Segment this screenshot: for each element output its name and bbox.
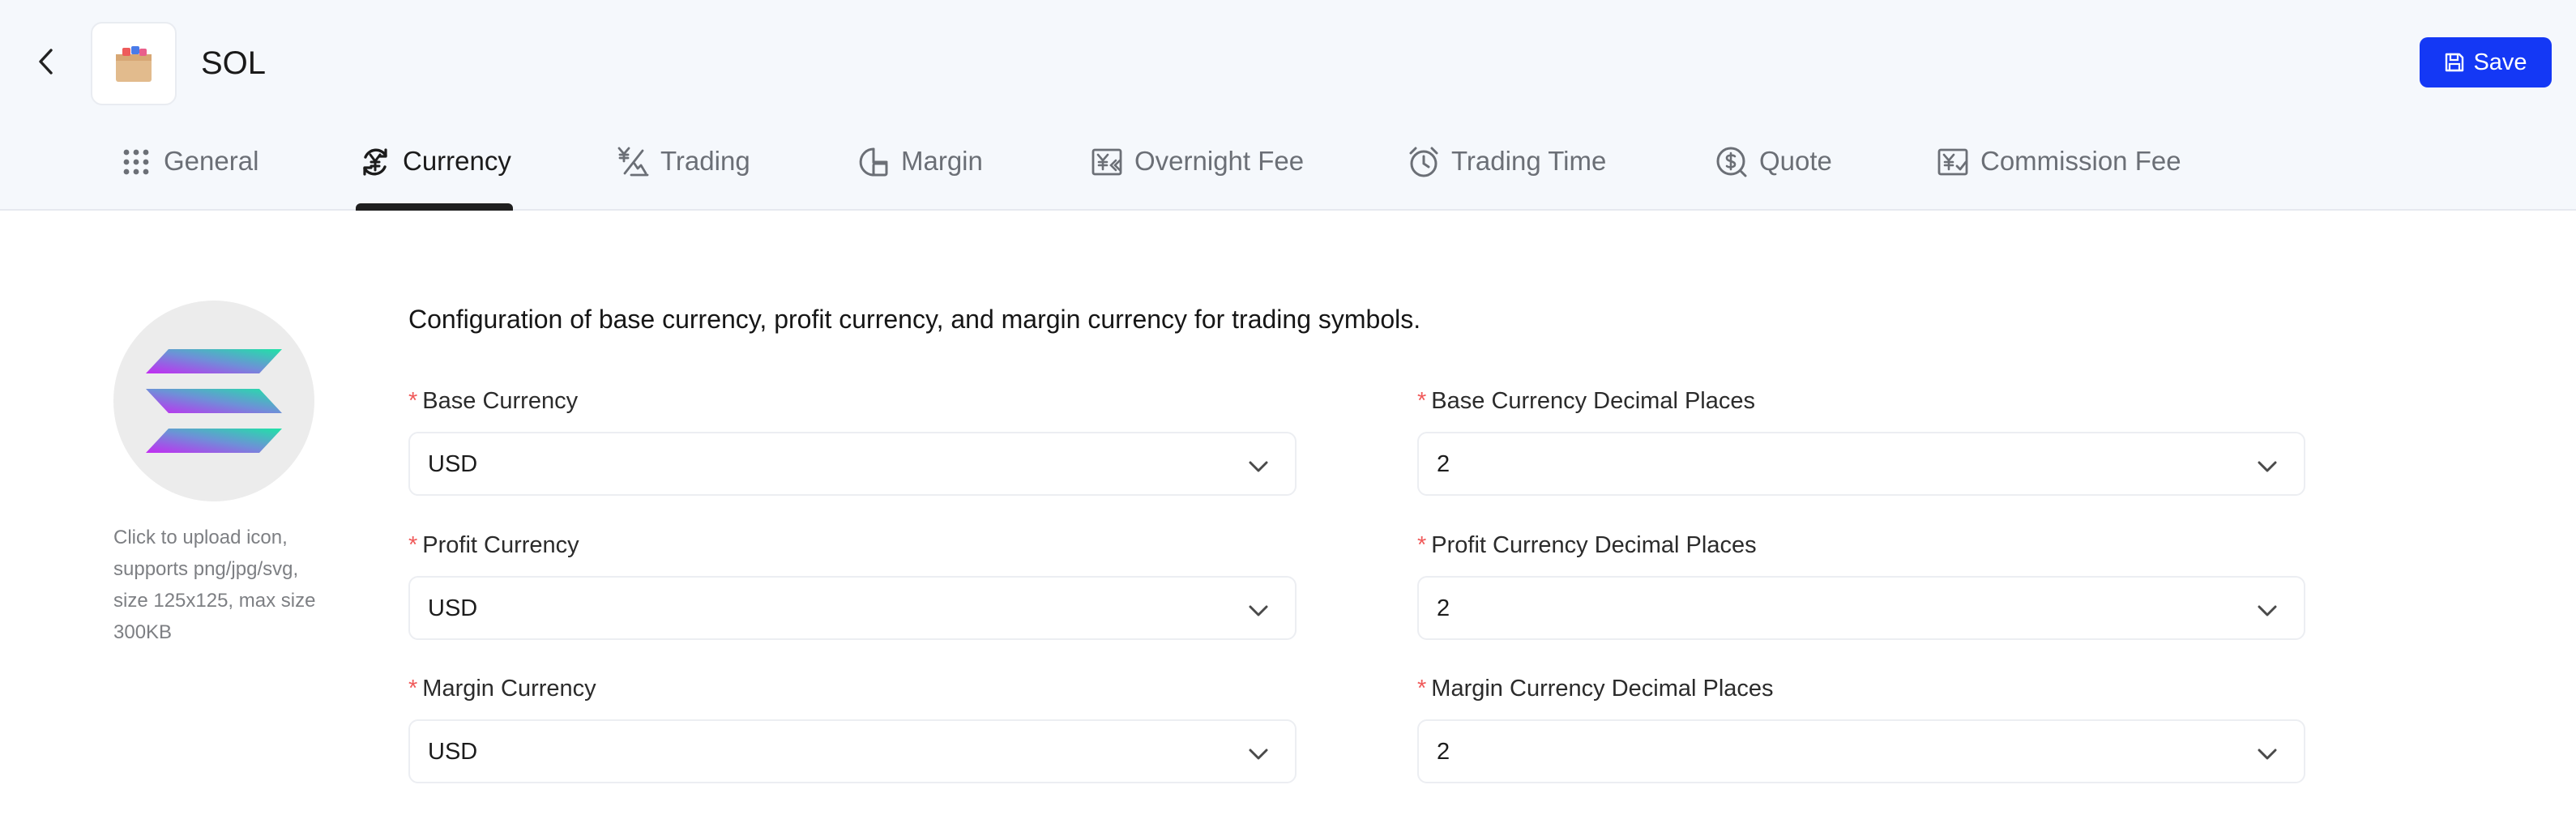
- selected-value: USD: [428, 451, 478, 477]
- tab-label: Margin: [901, 146, 983, 176]
- chevron-down-icon: [1249, 749, 1268, 760]
- commission-fee-icon: [1937, 148, 1968, 176]
- required-mark: *: [408, 532, 418, 558]
- tab-label: General: [164, 146, 259, 176]
- box-icon: [116, 45, 152, 82]
- label-text: Profit Currency Decimal Places: [1431, 532, 1757, 558]
- chevron-down-icon: [2258, 461, 2277, 472]
- label-text: Profit Currency: [422, 532, 579, 558]
- tab-trading[interactable]: Trading: [617, 138, 750, 211]
- back-button[interactable]: [29, 45, 62, 78]
- label-text: Margin Currency: [422, 676, 596, 702]
- selected-value: 2: [1437, 595, 1450, 621]
- margin-currency-select[interactable]: USD: [408, 719, 1297, 783]
- tab-label: Quote: [1759, 146, 1832, 176]
- chevron-left-icon: [39, 49, 53, 75]
- tab-bar: General Currency Trading Margin Overnigh…: [0, 138, 2576, 211]
- chevron-down-icon: [1249, 461, 1268, 472]
- tab-label: Commission Fee: [1980, 146, 2181, 176]
- required-mark: *: [1417, 532, 1427, 558]
- margin-decimal-places-select[interactable]: 2: [1417, 719, 2305, 783]
- base-decimal-places-select[interactable]: 2: [1417, 432, 2305, 496]
- selected-value: USD: [428, 739, 478, 765]
- tab-commission-fee[interactable]: Commission Fee: [1937, 138, 2181, 211]
- section-description: Configuration of base currency, profit c…: [408, 305, 1421, 334]
- profit-currency-select[interactable]: USD: [408, 576, 1297, 640]
- selected-value: 2: [1437, 739, 1450, 765]
- currency-exchange-icon: [363, 148, 387, 176]
- symbol-thumbnail: [91, 22, 177, 105]
- save-button-label: Save: [2473, 49, 2527, 75]
- required-mark: *: [408, 676, 418, 702]
- margin-currency-label: * Margin Currency: [408, 674, 596, 703]
- required-mark: *: [1417, 388, 1427, 414]
- required-mark: *: [408, 388, 418, 414]
- tab-general[interactable]: General: [120, 138, 258, 211]
- chevron-down-icon: [2258, 749, 2277, 760]
- margin-chart-icon: [859, 147, 888, 177]
- overnight-fee-icon: [1091, 148, 1122, 176]
- label-text: Base Currency Decimal Places: [1431, 388, 1755, 414]
- profit-decimal-places-label: * Profit Currency Decimal Places: [1417, 531, 1757, 560]
- tab-currency[interactable]: Currency: [359, 138, 511, 211]
- tab-overnight-fee[interactable]: Overnight Fee: [1091, 138, 1304, 211]
- tab-trading-time[interactable]: Trading Time: [1408, 138, 1606, 211]
- trading-yen-icon: [617, 147, 649, 177]
- tab-quote[interactable]: Quote: [1715, 138, 1832, 211]
- selected-value: USD: [428, 595, 478, 621]
- tab-label: Trading Time: [1451, 146, 1607, 176]
- margin-decimal-places-label: * Margin Currency Decimal Places: [1417, 674, 1774, 703]
- profit-currency-label: * Profit Currency: [408, 531, 579, 560]
- active-tab-indicator: [356, 203, 513, 211]
- upload-hint-text: Click to upload icon, supports png/jpg/s…: [113, 527, 316, 643]
- selected-value: 2: [1437, 451, 1450, 477]
- chevron-down-icon: [1249, 605, 1268, 616]
- alarm-clock-icon: [1409, 147, 1438, 177]
- dollar-search-icon: [1716, 147, 1747, 177]
- label-text: Base Currency: [422, 388, 579, 414]
- tab-margin[interactable]: Margin: [857, 138, 983, 211]
- base-currency-select[interactable]: USD: [408, 432, 1297, 496]
- required-mark: *: [1417, 676, 1427, 702]
- solana-logo-icon: [146, 349, 282, 453]
- symbol-title: SOL: [201, 45, 267, 81]
- grid-dots-icon: [123, 149, 149, 175]
- profit-decimal-places-select[interactable]: 2: [1417, 576, 2305, 640]
- floppy-disk-icon: [2446, 53, 2464, 72]
- tab-label: Overnight Fee: [1134, 146, 1305, 176]
- tab-label: Currency: [403, 146, 511, 176]
- label-text: Margin Currency Decimal Places: [1431, 676, 1774, 702]
- chevron-down-icon: [2258, 605, 2277, 616]
- base-decimal-places-label: * Base Currency Decimal Places: [1417, 386, 1755, 416]
- save-button[interactable]: Save: [2420, 37, 2552, 87]
- base-currency-label: * Base Currency: [408, 386, 578, 416]
- icon-upload-area[interactable]: [113, 301, 314, 501]
- tab-label: Trading: [660, 146, 750, 176]
